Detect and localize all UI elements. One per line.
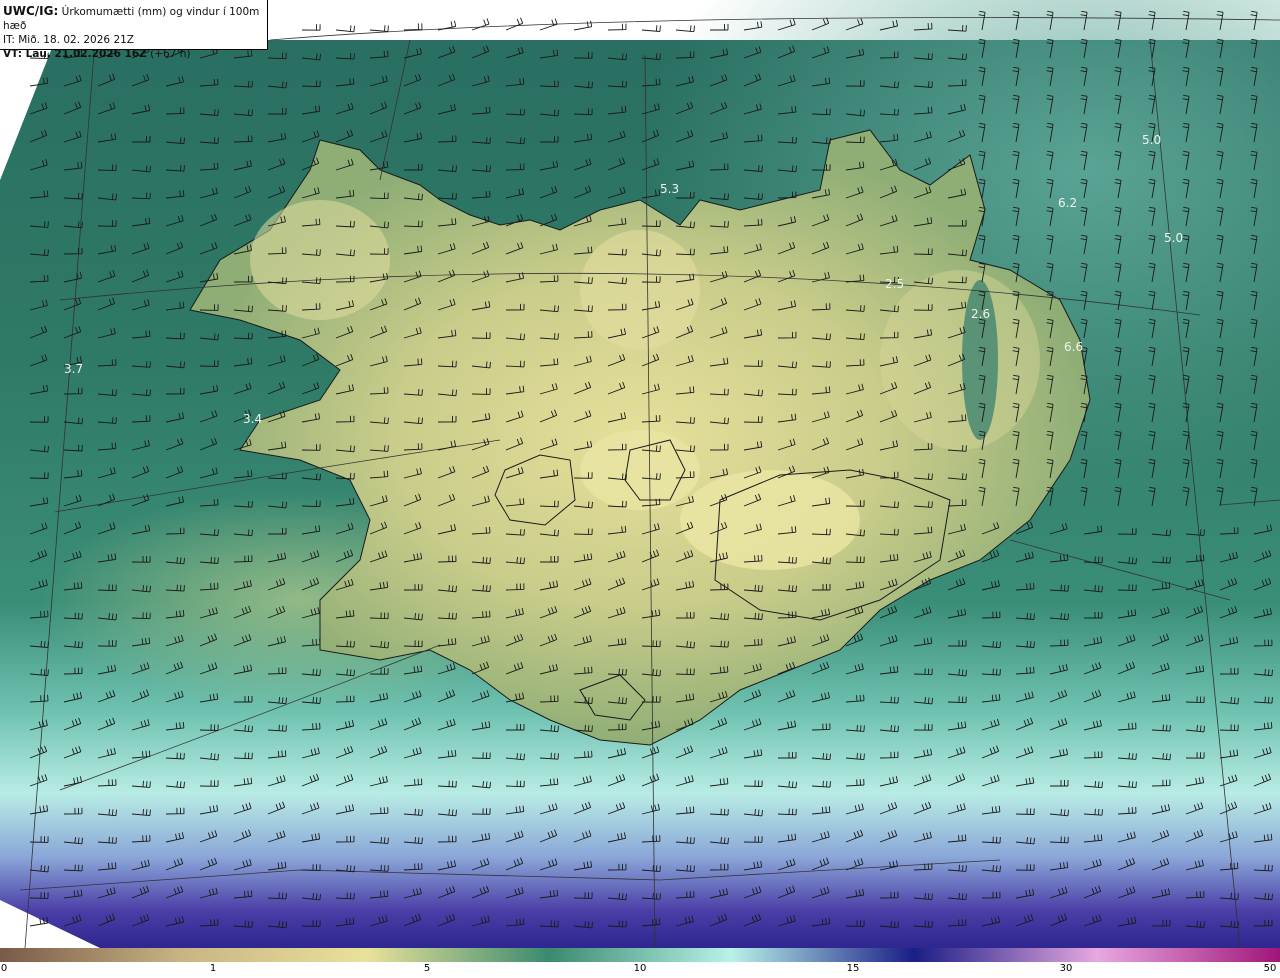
legend-segment: [914, 948, 1098, 962]
legend-colorbar: [0, 948, 1280, 962]
legend-segment: [0, 948, 183, 962]
value-label: 3.4: [243, 412, 262, 426]
forecast-info-box: UWC/IG: Úrkomumætti (mm) og vindur í 100…: [0, 0, 268, 60]
legend-segment: [731, 948, 915, 962]
legend-segment: [182, 948, 366, 962]
color-legend: 0 1 5 10 15 30 50: [0, 948, 1280, 978]
value-label: 3.7: [64, 362, 83, 376]
value-label: 5.0: [1164, 231, 1183, 245]
legend-segment: [365, 948, 549, 962]
legend-tick: 50: [1263, 963, 1277, 974]
precipitation-map: 5.3 5.0 6.2 5.0 2.5 2.6 6.6 3.7 3.4: [0, 0, 1280, 948]
product-label: UWC/IG:: [3, 4, 59, 18]
value-label: 2.6: [971, 307, 990, 321]
initial-time: IT: Mið. 18. 02. 2026 21Z: [3, 34, 134, 46]
value-label: 5.0: [1142, 133, 1161, 147]
legend-segment: [548, 948, 732, 962]
legend-tick: 1: [209, 963, 217, 974]
legend-segment: [1097, 948, 1280, 962]
legend-tick: 5: [423, 963, 431, 974]
value-label: 6.6: [1064, 340, 1083, 354]
legend-tick: 30: [1059, 963, 1073, 974]
value-label: 6.2: [1058, 196, 1077, 210]
value-label: 5.3: [660, 182, 679, 196]
valid-time: VT: Lau. 21.02.2026 16Z: [3, 48, 147, 60]
legend-tick: 0: [0, 963, 8, 974]
value-label: 2.5: [885, 277, 904, 291]
legend-tick: 10: [633, 963, 647, 974]
legend-tick: 15: [846, 963, 860, 974]
forecast-offset: (+67 h): [150, 48, 191, 60]
